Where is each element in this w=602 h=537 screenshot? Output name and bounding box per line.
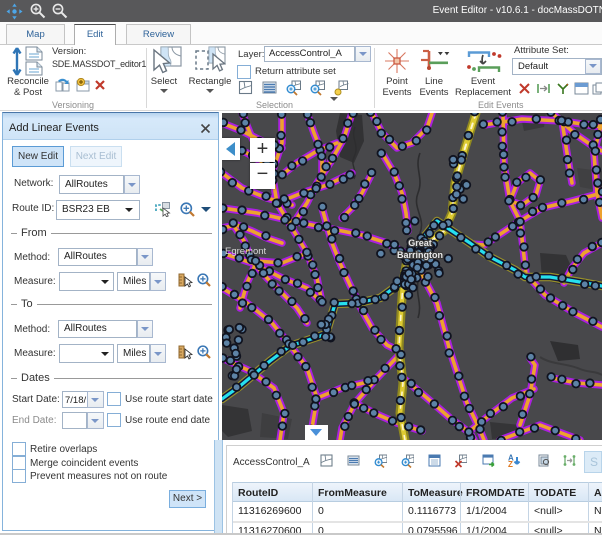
svg-text:Egremont: Egremont [225, 246, 267, 257]
svg-text:Z: Z [508, 460, 513, 468]
svg-text:Great: Great [408, 238, 432, 248]
svg-text:Barrington: Barrington [397, 250, 443, 260]
